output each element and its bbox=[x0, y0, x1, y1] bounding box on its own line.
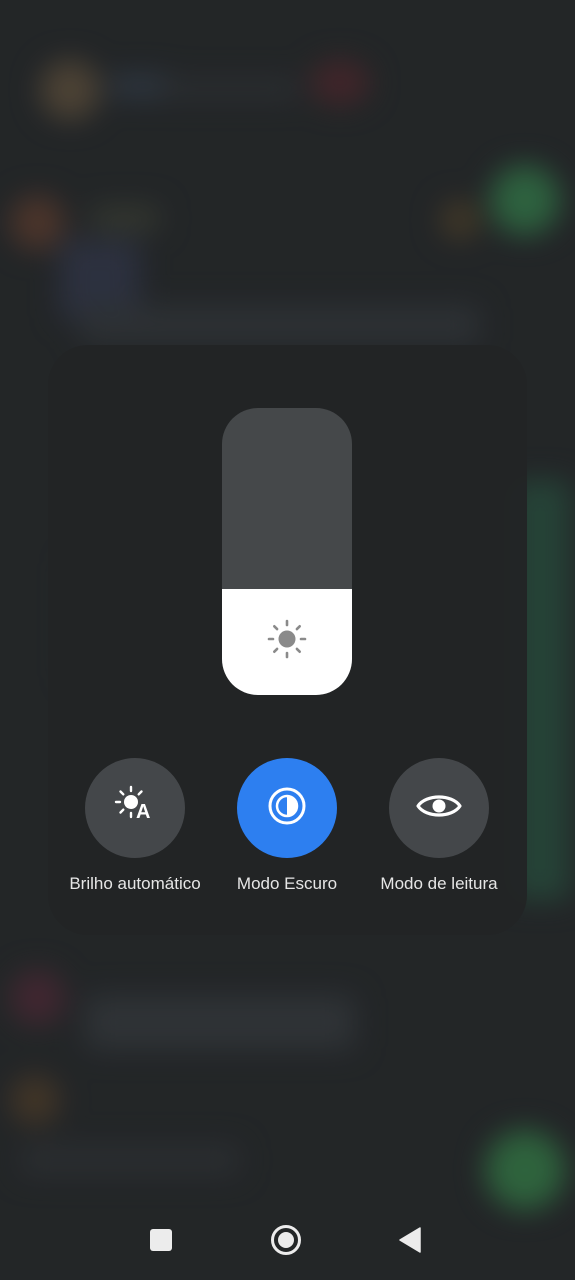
dark-mode-label: Modo Escuro bbox=[236, 874, 338, 893]
dark-mode-button[interactable] bbox=[237, 758, 337, 858]
quick-toggles: A Brilho automático Modo Escuro Modo de … bbox=[48, 758, 527, 908]
back-triangle-icon bbox=[398, 1226, 422, 1258]
auto-brightness-toggle[interactable]: A Brilho automático bbox=[50, 758, 220, 894]
reading-mode-label: Modo de leitura bbox=[380, 874, 498, 893]
dark-mode-toggle[interactable]: Modo Escuro bbox=[202, 758, 372, 894]
brightness-slider[interactable] bbox=[222, 408, 352, 695]
eye-icon bbox=[414, 781, 464, 836]
home-circle-icon bbox=[270, 1224, 302, 1261]
reading-mode-button[interactable] bbox=[389, 758, 489, 858]
screen: A Brilho automático Modo Escuro Modo de … bbox=[0, 0, 575, 1280]
recents-button[interactable] bbox=[141, 1222, 181, 1262]
auto-brightness-button[interactable]: A bbox=[85, 758, 185, 858]
home-button[interactable] bbox=[266, 1222, 306, 1262]
back-button[interactable] bbox=[390, 1222, 430, 1262]
system-navigation-bar bbox=[0, 1204, 575, 1280]
square-icon bbox=[149, 1228, 173, 1257]
svg-text:A: A bbox=[136, 801, 150, 823]
reading-mode-toggle[interactable]: Modo de leitura bbox=[354, 758, 524, 894]
auto-brightness-icon: A bbox=[111, 782, 159, 835]
brightness-control-panel: A Brilho automático Modo Escuro Modo de … bbox=[48, 345, 527, 935]
auto-brightness-label: Brilho automático bbox=[69, 874, 201, 893]
dark-mode-icon bbox=[263, 782, 311, 835]
sun-icon bbox=[265, 617, 309, 661]
